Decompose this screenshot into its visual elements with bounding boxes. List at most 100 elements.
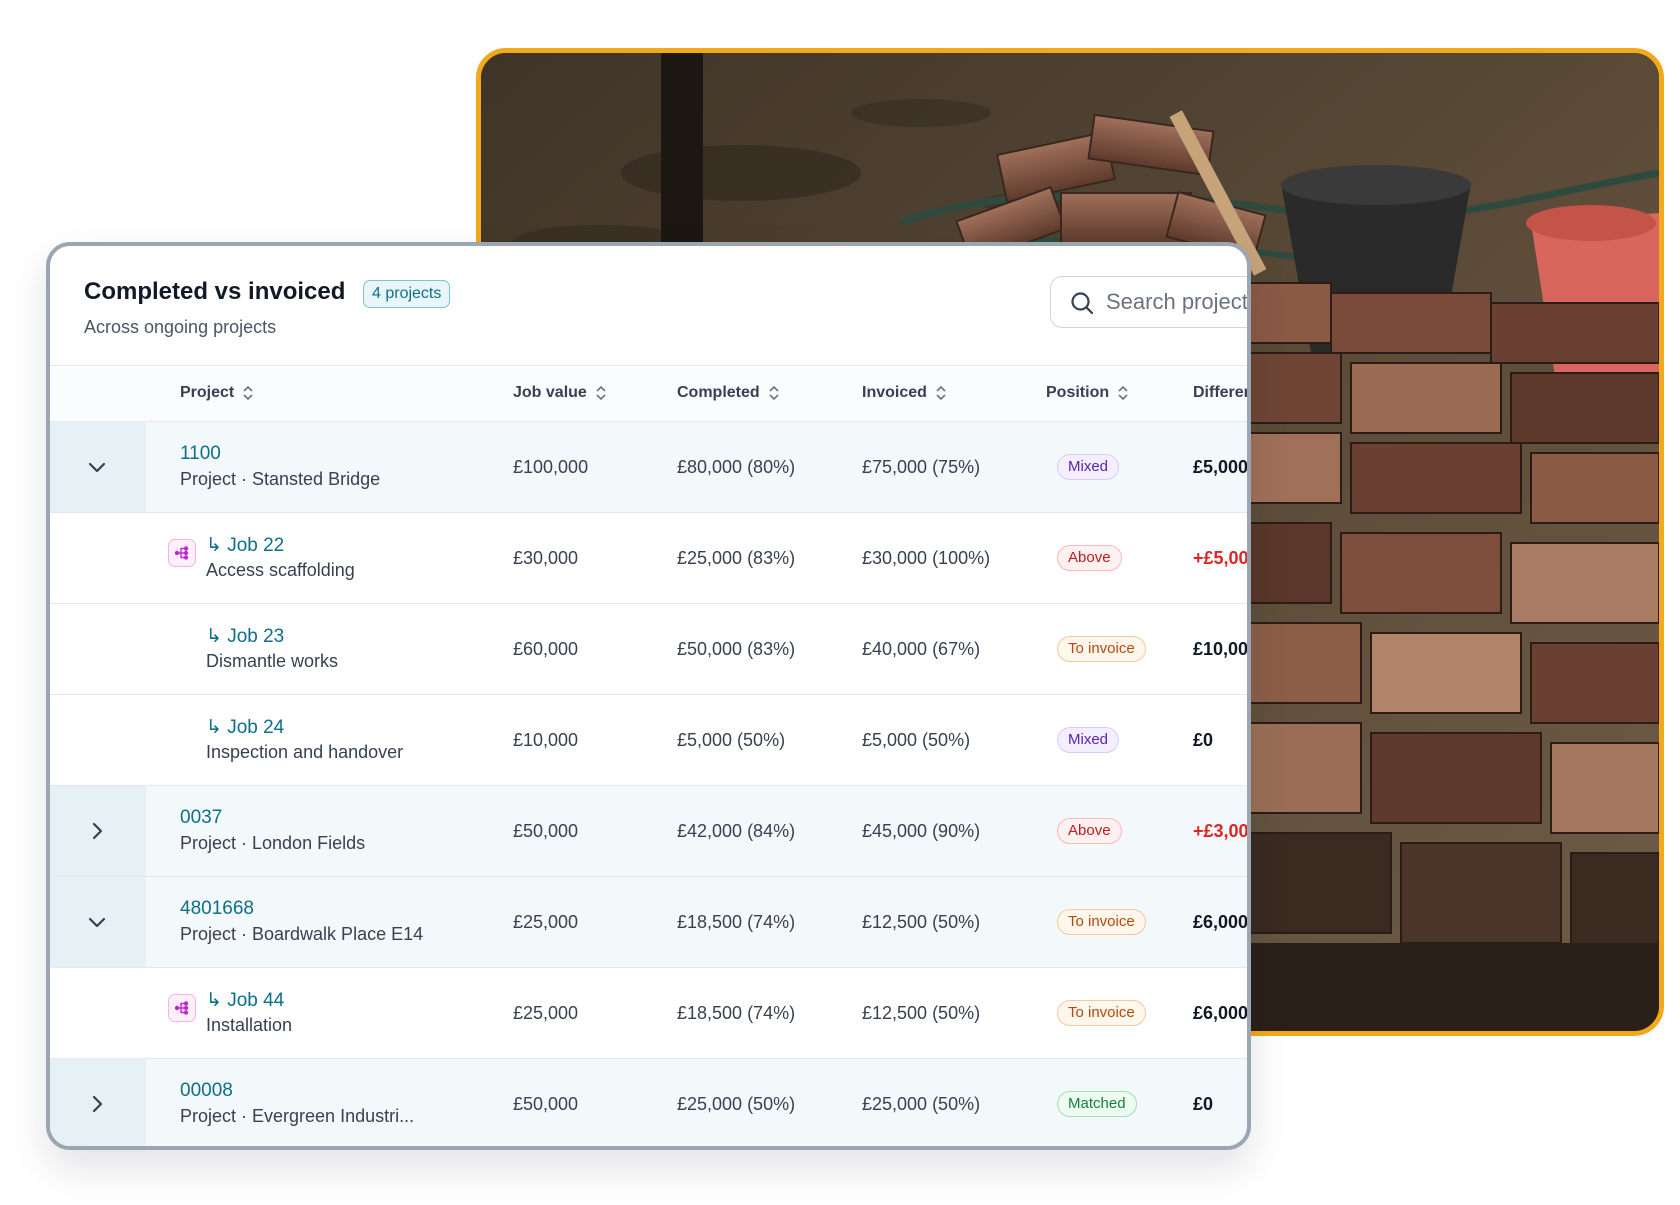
job-value-cell: £25,000 <box>513 1003 579 1023</box>
project-number-link[interactable]: 1100 <box>180 443 221 465</box>
search-input[interactable] <box>1106 286 1247 318</box>
job-link[interactable]: ↳ Job 23 <box>206 625 284 648</box>
invoiced-cell: £30,000 (100%) <box>862 548 991 568</box>
job-link[interactable]: ↳ Job 44 <box>206 989 284 1012</box>
position-badge: Matched <box>1057 1091 1137 1117</box>
job-value-cell: £25,000 <box>513 912 579 932</box>
column-header-completed[interactable]: Completed <box>677 384 780 402</box>
panel-header: Completed vs invoiced 4 projects Across … <box>50 246 1247 366</box>
job-row[interactable]: ↳ Job 23 Dismantle works £60,000 £50,000 (8… <box>50 604 1247 695</box>
job-link[interactable]: ↳ Job 22 <box>206 534 284 557</box>
job-value-cell: £50,000 <box>513 1094 579 1114</box>
job-row[interactable]: ↳ Job 22 Access scaffolding £30,000 £25,000… <box>50 513 1247 604</box>
chevron-down-icon <box>88 917 106 928</box>
job-value-cell: £10,000 <box>513 730 579 750</box>
completed-cell: £42,000 (84%) <box>677 821 796 841</box>
job-value-cell: £60,000 <box>513 639 579 659</box>
column-header-job-value[interactable]: Job value <box>513 384 607 402</box>
sort-icon <box>769 385 779 401</box>
project-row[interactable]: 4801668 Project · Boardwalk Place E14 £25,… <box>50 877 1247 968</box>
sort-icon <box>936 385 946 401</box>
project-name: Project · Stansted Bridge <box>180 469 381 489</box>
column-label-project: Project <box>180 384 235 401</box>
search-icon <box>1071 292 1094 315</box>
difference-cell: £5,000 <box>1193 457 1249 477</box>
panel-title: Completed vs invoiced <box>84 278 346 305</box>
difference-cell: £6,000 <box>1193 912 1249 932</box>
invoiced-cell: £45,000 (90%) <box>862 821 981 841</box>
invoiced-cell: £5,000 (50%) <box>862 730 971 750</box>
position-badge: Mixed <box>1057 454 1120 480</box>
job-value-cell: £50,000 <box>513 821 579 841</box>
difference-cell: £0 <box>1193 730 1214 750</box>
project-row[interactable]: 00008 Project · Evergreen Industri... £50,… <box>50 1059 1247 1146</box>
project-row[interactable]: 0037 Project · London Fields £50,000 £42,00… <box>50 786 1247 877</box>
column-label-position: Position <box>1046 384 1110 401</box>
project-count-badge: 4 projects <box>363 280 451 308</box>
invoiced-cell: £12,500 (50%) <box>862 1003 981 1023</box>
difference-cell: £0 <box>1193 1094 1214 1114</box>
difference-cell: £6,000 <box>1193 1003 1249 1023</box>
expand-row-button[interactable] <box>50 1059 146 1146</box>
job-value-cell: £30,000 <box>513 548 579 568</box>
job-link[interactable]: ↳ Job 24 <box>206 716 284 739</box>
invoiced-cell: £40,000 (67%) <box>862 639 981 659</box>
column-label-job-value: Job value <box>513 384 587 401</box>
completed-cell: £80,000 (80%) <box>677 457 796 477</box>
position-badge: To invoice <box>1057 1000 1146 1026</box>
job-value-cell: £100,000 <box>513 457 589 477</box>
difference-cell: £10,000 <box>1193 639 1249 659</box>
project-name: Project · Evergreen Industri... <box>180 1106 415 1126</box>
invoiced-cell: £12,500 (50%) <box>862 912 981 932</box>
completed-cell: £50,000 (83%) <box>677 639 796 659</box>
job-description: Inspection and handover <box>206 742 404 762</box>
table-header: Project Job value Completed Invoiced Pos… <box>50 366 1247 422</box>
completed-cell: £5,000 (50%) <box>677 730 786 750</box>
invoiced-cell: £75,000 (75%) <box>862 457 981 477</box>
hierarchy-icon <box>168 994 196 1022</box>
project-number-link[interactable]: 4801668 <box>180 898 254 920</box>
column-header-position[interactable]: Position <box>1046 384 1129 402</box>
project-row[interactable]: 1100 Project · Stansted Bridge £100,000 £80… <box>50 422 1247 513</box>
project-number-link[interactable]: 0037 <box>180 807 222 829</box>
project-name: Project · London Fields <box>180 833 366 853</box>
hierarchy-icon <box>168 539 196 567</box>
column-label-invoiced: Invoiced <box>862 384 927 401</box>
completed-cell: £18,500 (74%) <box>677 912 796 932</box>
completed-cell: £25,000 (50%) <box>677 1094 796 1114</box>
column-label-completed: Completed <box>677 384 760 401</box>
sort-icon <box>1118 385 1128 401</box>
job-description: Access scaffolding <box>206 560 355 580</box>
invoiced-cell: £25,000 (50%) <box>862 1094 981 1114</box>
job-row[interactable]: ↳ Job 24 Inspection and handover £10,000 £5… <box>50 695 1247 786</box>
search-box[interactable] <box>1050 276 1247 328</box>
chevron-right-icon <box>92 822 103 840</box>
completed-cell: £25,000 (83%) <box>677 548 796 568</box>
job-description: Dismantle works <box>206 651 339 671</box>
chevron-down-icon <box>88 462 106 473</box>
sort-icon <box>596 385 606 401</box>
project-number-link[interactable]: 00008 <box>180 1080 233 1102</box>
completed-cell: £18,500 (74%) <box>677 1003 796 1023</box>
difference-cell: +£3,000 <box>1193 821 1249 841</box>
position-badge: To invoice <box>1057 909 1146 935</box>
panel-subtitle: Across ongoing projects <box>84 317 277 337</box>
position-badge: Above <box>1057 545 1122 571</box>
job-row[interactable]: ↳ Job 44 Installation £25,000 £18,500 (74%)… <box>50 968 1247 1059</box>
position-badge: To invoice <box>1057 636 1146 662</box>
collapse-row-button[interactable] <box>50 422 146 512</box>
completed-vs-invoiced-panel: Completed vs invoiced 4 projects Across … <box>46 242 1251 1150</box>
job-description: Installation <box>206 1015 293 1035</box>
column-header-difference[interactable]: Difference <box>1193 384 1247 402</box>
difference-cell: +£5,000 <box>1193 548 1249 568</box>
chevron-right-icon <box>92 1095 103 1113</box>
column-header-project[interactable]: Project <box>180 384 254 402</box>
table-body: 1100 Project · Stansted Bridge £100,000 £80… <box>50 422 1247 1146</box>
expand-row-button[interactable] <box>50 786 146 876</box>
sort-icon <box>243 385 253 401</box>
collapse-row-button[interactable] <box>50 877 146 967</box>
position-badge: Mixed <box>1057 727 1120 753</box>
project-name: Project · Boardwalk Place E14 <box>180 924 424 944</box>
column-header-invoiced[interactable]: Invoiced <box>862 384 947 402</box>
position-badge: Above <box>1057 818 1122 844</box>
